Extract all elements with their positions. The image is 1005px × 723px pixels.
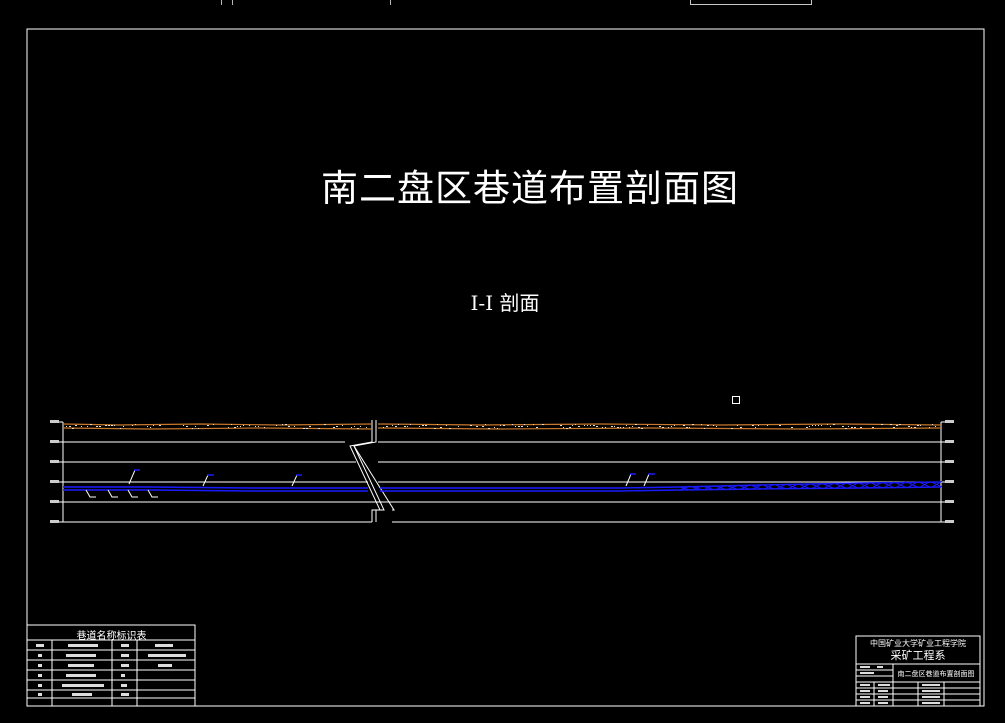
left-elevation-scale	[51, 421, 64, 523]
legend-title: 巷道名称标识表	[76, 631, 147, 642]
title-block-drawing-name: 南二盘区巷道布置剖面图	[897, 670, 975, 678]
crosshair-pickbox[interactable]	[732, 396, 740, 404]
section-grid-left	[63, 441, 380, 523]
sheet-border	[26, 28, 985, 707]
roadway-markers	[85, 469, 655, 498]
drawing-title: 南二盘区巷道布置剖面图	[321, 167, 739, 210]
roadway-marker-caps	[134, 469, 655, 476]
section-label: I-I 剖面	[470, 291, 540, 315]
coal-seam	[63, 481, 942, 492]
right-elevation-scale	[940, 421, 953, 523]
right-scale-markers	[945, 420, 954, 523]
break-line-symbol	[349, 420, 395, 522]
left-scale-markers	[50, 420, 59, 523]
cad-drawing-canvas[interactable]	[0, 0, 1005, 723]
title-block-department: 采矿工程系	[890, 649, 946, 662]
section-grid-right	[378, 441, 941, 523]
